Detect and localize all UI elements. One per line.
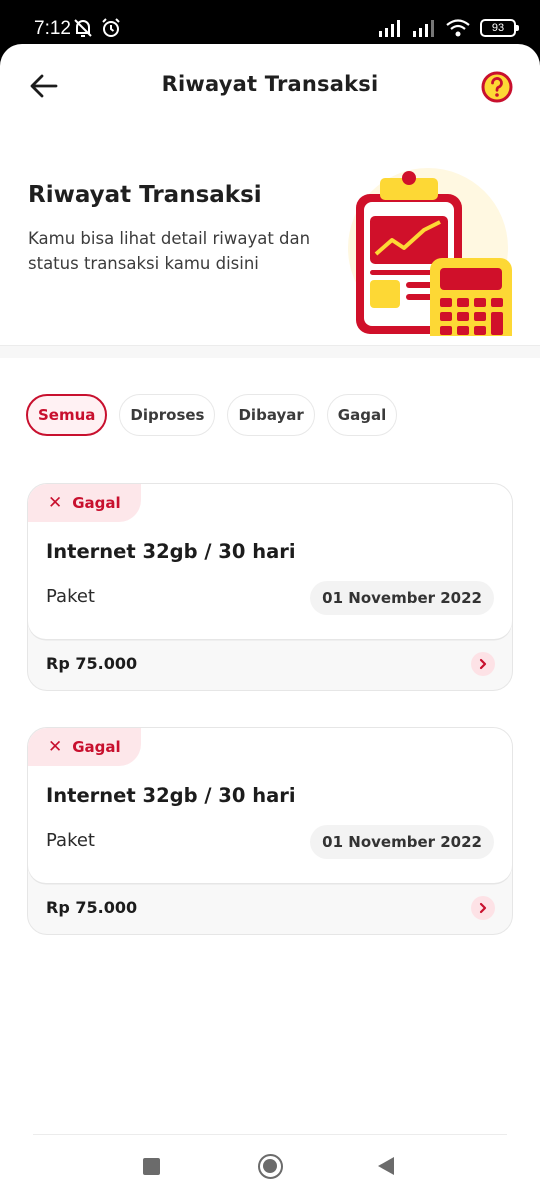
transaction-type: Paket — [46, 830, 95, 851]
section-divider — [0, 346, 540, 358]
transaction-date: 01 November 2022 — [310, 581, 494, 615]
status-badge: ✕ Gagal — [28, 484, 141, 522]
report-calculator-illustration — [348, 168, 512, 336]
home-icon[interactable] — [258, 1154, 283, 1179]
status-icons-right: 93 — [378, 19, 519, 37]
transaction-card-body: ✕ Gagal Internet 32gb / 30 hari Paket 01… — [28, 728, 512, 883]
filter-chip-dibayar[interactable]: Dibayar — [227, 394, 315, 436]
chevron-right-icon[interactable] — [471, 652, 495, 676]
filter-chip-gagal[interactable]: Gagal — [326, 394, 398, 436]
filter-chips: Semua Diproses Dibayar Gagal — [26, 394, 398, 436]
hero-title: Riwayat Transaksi — [28, 182, 262, 208]
transaction-title: Internet 32gb / 30 hari — [46, 784, 296, 807]
page-title: Riwayat Transaksi — [161, 72, 379, 96]
hero-description: Kamu bisa lihat detail riwayat dan statu… — [28, 229, 311, 273]
status-time: 7:12 — [34, 18, 71, 39]
x-icon: ✕ — [48, 736, 63, 757]
back-triangle-icon[interactable] — [378, 1157, 394, 1175]
status-badge-label: Gagal — [72, 494, 121, 512]
hero-banner: Riwayat Transaksi Kamu bisa lihat detail… — [0, 128, 540, 346]
status-badge-label: Gagal — [72, 738, 121, 756]
transaction-price: Rp 75.000 — [46, 898, 138, 917]
question-circle-icon[interactable] — [480, 70, 514, 104]
recents-icon[interactable] — [143, 1158, 160, 1175]
transaction-card-body: ✕ Gagal Internet 32gb / 30 hari Paket 01… — [28, 484, 512, 639]
transaction-card[interactable]: ✕ Gagal Internet 32gb / 30 hari Paket 01… — [27, 483, 513, 691]
nav-divider — [33, 1134, 507, 1135]
x-icon: ✕ — [48, 492, 63, 513]
signal-icon — [379, 20, 400, 37]
transaction-card[interactable]: ✕ Gagal Internet 32gb / 30 hari Paket 01… — [27, 727, 513, 935]
filter-chip-diproses[interactable]: Diproses — [119, 394, 216, 436]
battery-icon: 93 — [480, 19, 519, 37]
transaction-type: Paket — [46, 586, 95, 607]
transaction-title: Internet 32gb / 30 hari — [46, 540, 296, 563]
filter-chip-semua[interactable]: Semua — [26, 394, 108, 436]
wifi-icon — [446, 19, 470, 37]
chevron-right-icon[interactable] — [471, 896, 495, 920]
alarm-icon — [102, 18, 120, 37]
signal-icon-2 — [413, 20, 434, 37]
app-bar: Riwayat Transaksi — [0, 44, 540, 128]
transaction-price: Rp 75.000 — [46, 654, 138, 673]
status-badge: ✕ Gagal — [28, 728, 141, 766]
status-icons-left — [72, 17, 122, 39]
system-nav-bar — [0, 1144, 540, 1200]
transaction-date: 01 November 2022 — [310, 825, 494, 859]
transaction-history-screen: Riwayat Transaksi Riwayat Transaksi Kamu… — [0, 44, 540, 1200]
muted-bell-icon — [74, 19, 92, 37]
